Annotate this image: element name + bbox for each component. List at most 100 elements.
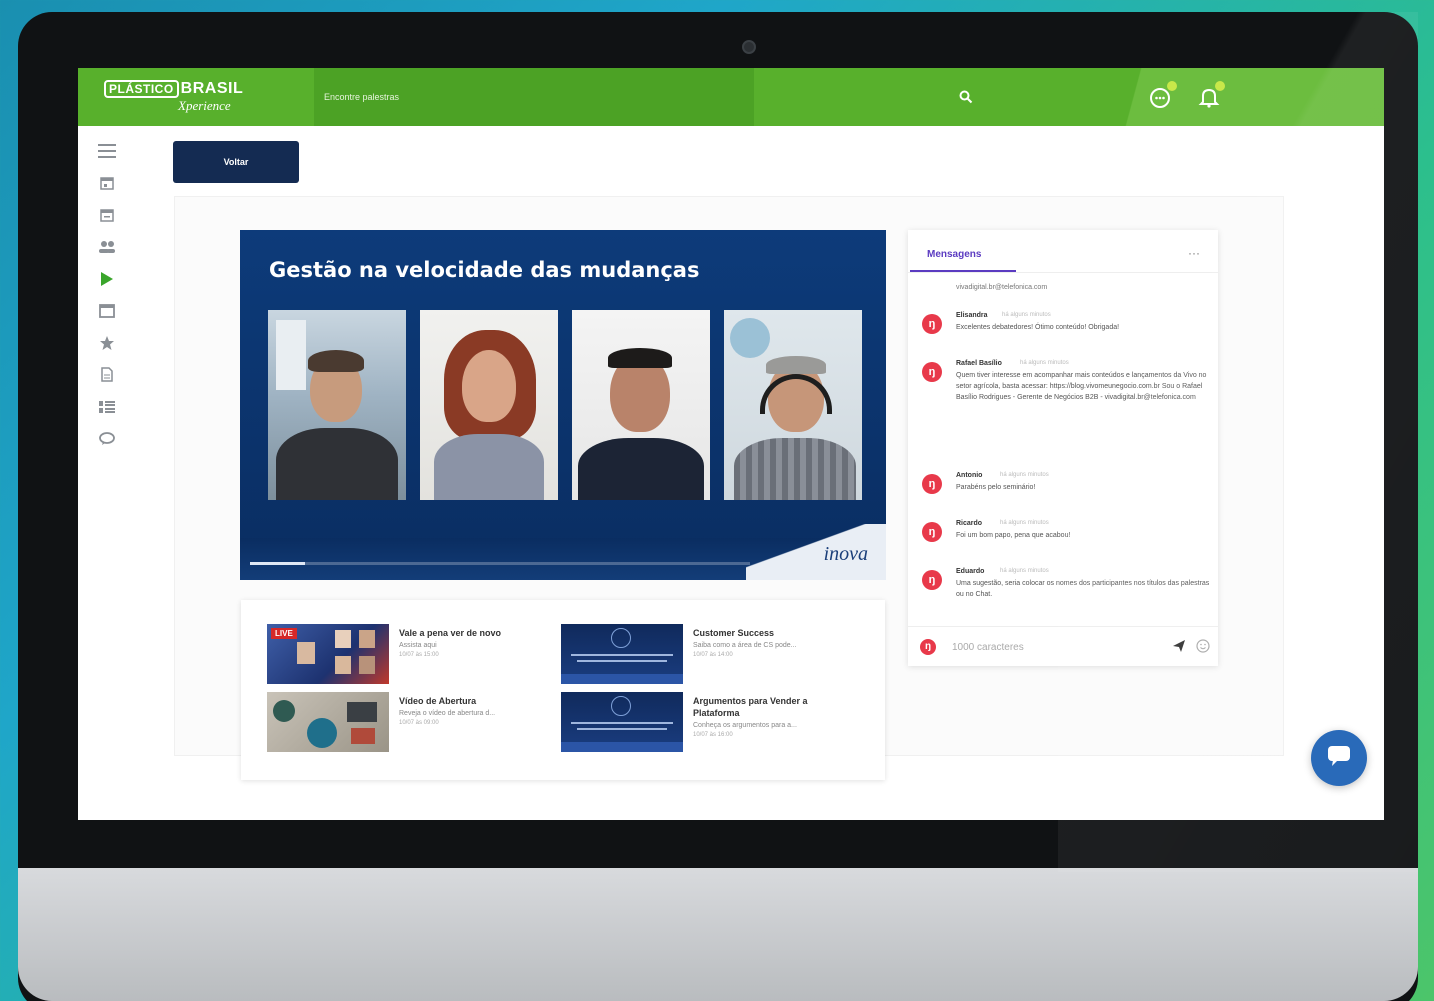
video-thumbnail <box>561 692 683 752</box>
notification-dot <box>1167 81 1177 91</box>
notifications-button[interactable] <box>1196 81 1225 110</box>
sidebar-item-chat[interactable] <box>96 430 118 452</box>
brand-logo[interactable]: PLÁSTICO BRASIL Xperience <box>104 80 243 114</box>
sidebar-item-exhibitors[interactable] <box>96 398 118 420</box>
thumbnail-object <box>347 702 377 722</box>
top-bar: PLÁSTICO BRASIL Xperience <box>78 68 1384 126</box>
send-icon[interactable] <box>1172 639 1186 658</box>
monitor-chin <box>18 868 1418 1001</box>
sidebar-item-schedule[interactable] <box>96 206 118 228</box>
participant-hair <box>766 356 826 374</box>
chat-message-text: Excelentes debatedores! Ótimo conteúdo! … <box>956 324 1120 331</box>
thumbnail-text-line <box>577 728 667 730</box>
related-video-title: Customer Success <box>693 628 775 638</box>
star-icon <box>99 335 115 356</box>
search-bar <box>314 68 973 126</box>
document-icon <box>101 367 113 387</box>
chat-panel: Mensagens ··· vivadigital.br@telefonica.… <box>908 230 1218 666</box>
video-title: Gestão na velocidade das mudanças <box>269 258 700 282</box>
participant-video <box>724 310 862 500</box>
avatar: ŋ <box>920 639 936 655</box>
chat-author: Antonio <box>956 472 983 479</box>
inova-logo: inova <box>823 543 868 565</box>
chat-time: há alguns minutos <box>1000 472 1049 478</box>
bell-icon <box>1196 88 1222 114</box>
related-video-date: 10/07 às 15:00 <box>399 652 439 658</box>
related-video-date: 10/07 às 16:00 <box>693 732 733 738</box>
thumbnail-logo <box>611 628 631 648</box>
message-icon <box>1327 745 1351 772</box>
live-badge: LIVE <box>271 628 297 639</box>
related-video-desc: Saiba como a área de CS pode... <box>693 642 797 649</box>
related-video-desc: Conheça os argumentos para a... <box>693 722 797 729</box>
tab-messages[interactable]: Mensagens <box>927 249 981 260</box>
logo-secondary: BRASIL <box>180 80 244 97</box>
sidebar-item-agenda[interactable] <box>96 174 118 196</box>
avatar: ŋ <box>922 314 942 334</box>
sidebar <box>96 142 126 462</box>
participant-shirt <box>578 438 704 500</box>
floating-chat-button[interactable] <box>1311 730 1367 786</box>
calendar-icon <box>100 176 114 195</box>
chat-time: há alguns minutos <box>1000 568 1049 574</box>
notification-dot <box>1215 81 1225 91</box>
related-video-desc: Revejа o vídeo de abertura d... <box>399 710 496 717</box>
sidebar-item-rooms[interactable] <box>96 302 118 324</box>
sidebar-item-menu[interactable] <box>96 142 118 164</box>
related-video-desc: Assista aqui <box>399 642 437 649</box>
chat-message-text: Foi um bom papo, pena que acabou! <box>956 532 1071 539</box>
participant-video <box>268 310 406 500</box>
chat-divider <box>908 272 1218 273</box>
chat-time: há alguns minutos <box>1000 520 1049 526</box>
search-input[interactable] <box>324 88 704 106</box>
emoji-icon[interactable] <box>1196 639 1210 658</box>
related-video-card[interactable]: LIVE Vale a pena ver de novo Assista aqu… <box>267 624 557 686</box>
related-video-date: 10/07 às 14:00 <box>693 652 733 658</box>
thumbnail-object <box>273 700 295 722</box>
participant-hair <box>608 348 672 368</box>
thumbnail-footer <box>561 742 683 752</box>
window-background <box>276 320 306 390</box>
thumbnail-object <box>351 728 375 744</box>
chat-message-text: Uma sugestão, seria colocar os nomes dos… <box>956 580 1210 598</box>
sidebar-item-favorites[interactable] <box>96 334 118 356</box>
chat-message-text: Parabéns pelo seminário! <box>956 484 1036 491</box>
participant-shirt <box>734 438 856 500</box>
thumbnail-face <box>359 656 375 674</box>
avatar: ŋ <box>922 570 942 590</box>
chat-author: Ricardo <box>956 520 983 527</box>
sidebar-item-people[interactable] <box>96 238 118 260</box>
video-thumbnail: LIVE <box>267 624 389 684</box>
thumbnail-face <box>297 642 315 664</box>
related-video-date: 10/07 às 09:00 <box>399 720 439 726</box>
video-thumbnail <box>267 692 389 752</box>
chat-bubbles-button[interactable] <box>1148 81 1177 110</box>
chat-author: Rafael Basílio <box>956 360 1002 367</box>
thumbnail-face <box>335 656 351 674</box>
related-video-card[interactable]: Customer Success Saiba como a área de CS… <box>561 624 851 686</box>
search-icon[interactable] <box>959 90 973 109</box>
sidebar-item-documents[interactable] <box>96 366 118 388</box>
window-icon <box>99 303 115 323</box>
related-videos: LIVE Vale a pena ver de novo Assista aqu… <box>241 600 885 780</box>
users-icon <box>98 240 116 259</box>
back-button[interactable]: Voltar <box>173 141 299 183</box>
thumbnail-text-line <box>571 654 673 656</box>
video-player[interactable]: Gestão na velocidade das mudanças inova <box>240 230 886 580</box>
avatar: ŋ <box>922 474 942 494</box>
chat-compose: ŋ <box>908 626 1218 666</box>
chat-message-input[interactable] <box>952 639 1152 655</box>
related-video-title: Vídeo de Abertura <box>399 696 477 706</box>
related-video-card[interactable]: Vídeo de Abertura Revejа o vídeo de aber… <box>267 692 557 754</box>
thumbnail-object <box>307 718 337 748</box>
video-progress[interactable] <box>250 562 750 565</box>
thumbnail-face <box>335 630 351 648</box>
logo-primary: PLÁSTICO <box>104 80 179 98</box>
participant-shirt <box>434 434 544 500</box>
participant-hair <box>308 350 364 372</box>
sidebar-item-videos[interactable] <box>96 270 118 292</box>
avatar: ŋ <box>922 522 942 542</box>
more-options-icon[interactable]: ··· <box>1188 246 1200 260</box>
related-video-card[interactable]: Argumentos para Vender a Plataforma Conh… <box>561 692 851 754</box>
chat-message-text: Quem tiver interesse em acompanhar mais … <box>956 372 1207 401</box>
